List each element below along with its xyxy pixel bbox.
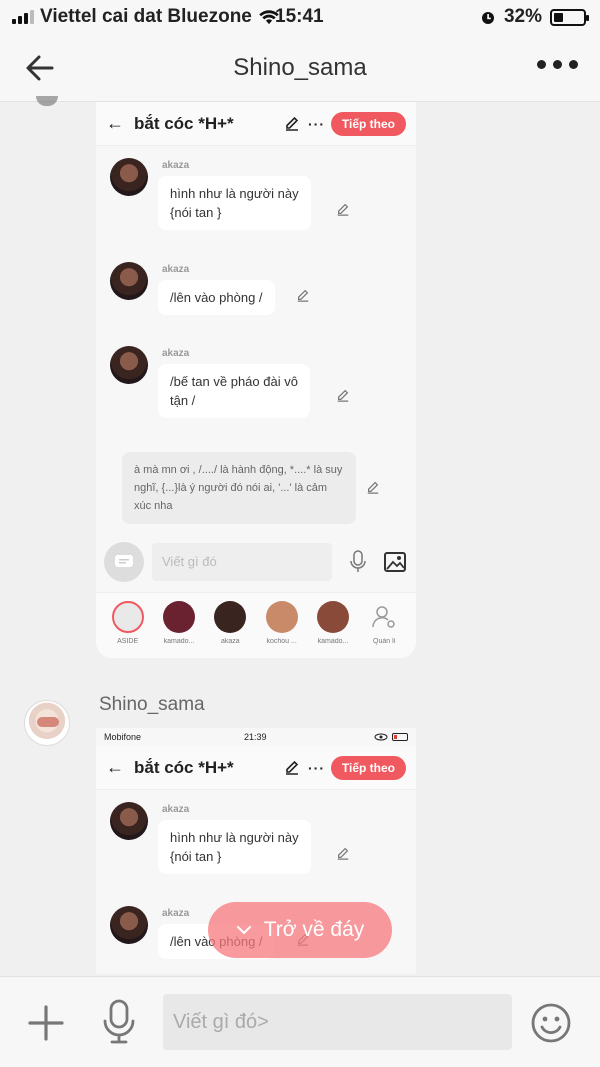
message-line: {nói tan } xyxy=(170,849,222,864)
plus-icon[interactable] xyxy=(26,1003,66,1043)
chat-bubble-icon xyxy=(115,555,133,567)
mini-status-bar: Mobifone 21:39 xyxy=(96,728,416,746)
avatar xyxy=(316,601,349,633)
composer-bar xyxy=(0,976,600,1067)
list-item: akaza /lên vào phòng / xyxy=(96,250,416,334)
character-item: akaza xyxy=(205,601,255,658)
scroll-to-bottom-button[interactable]: Trở về đáy xyxy=(208,902,392,958)
avatar xyxy=(265,601,298,633)
story-title: bắt cóc *H+* xyxy=(134,757,234,777)
avatar xyxy=(110,158,148,196)
shared-screenshot-1[interactable]: ← bắt cóc *H+* ··· Tiếp theo akaza hình … xyxy=(96,102,416,658)
microphone-icon xyxy=(350,550,366,572)
sender-name: akaza xyxy=(162,348,190,359)
image-icon xyxy=(384,552,406,572)
aside-avatar xyxy=(111,601,144,633)
narration-note: à mà mn ơi , /..../ là hành động, *....*… xyxy=(122,452,356,524)
character-item: Quản lí xyxy=(359,601,409,658)
message-input[interactable] xyxy=(163,994,512,1050)
avatar xyxy=(110,906,148,944)
list-item: akaza hình như là người này {nói tan } xyxy=(96,146,416,250)
eye-icon xyxy=(374,733,388,741)
avatar xyxy=(110,802,148,840)
story-input-row: Viết gì đó xyxy=(96,532,416,592)
story-bar: ← bắt cóc *H+* ··· Tiếp theo xyxy=(96,746,416,790)
character-bar: ASIDE kamado... akaza kochou ... kamado.… xyxy=(96,592,416,658)
battery-percent: 32% xyxy=(503,6,542,27)
manage-icon xyxy=(372,606,396,628)
character-label: kochou ... xyxy=(266,638,297,645)
character-label: kamado... xyxy=(163,638,195,645)
more-icon: ··· xyxy=(308,116,325,132)
status-right: 32% xyxy=(480,6,589,28)
message-bubble: hình như là người này {nói tan } xyxy=(158,176,311,230)
pencil-icon xyxy=(337,847,349,860)
character-item: kochou ... xyxy=(257,601,307,658)
story-bar: ← bắt cóc *H+* ··· Tiếp theo xyxy=(96,102,416,146)
list-item: akaza hình như là người này {nói tan } xyxy=(96,790,416,894)
chevron-down-icon xyxy=(236,926,251,935)
character-label: kamado... xyxy=(317,638,349,645)
pencil-icon xyxy=(286,116,299,131)
carrier-name: Viettel cai dat Bluezone xyxy=(40,6,252,27)
character-item: kamado... xyxy=(308,601,358,658)
character-label: Quản lí xyxy=(373,638,396,645)
message-bubble: /lên vào phòng / xyxy=(158,280,275,315)
sender-name: akaza xyxy=(162,264,190,275)
story-input: Viết gì đó xyxy=(152,543,332,581)
message-line: hình như là người này xyxy=(170,830,299,845)
avatar xyxy=(214,601,247,633)
avatar xyxy=(36,96,58,106)
sender-name: akaza xyxy=(162,908,190,919)
character-item: kamado... xyxy=(154,601,204,658)
status-bar: Viettel cai dat Bluezone 15:41 32% xyxy=(0,0,600,34)
list-item: akaza /bế tan về pháo đài vô tận / xyxy=(96,334,416,442)
message-bubble: hình như là người này {nói tan } xyxy=(158,820,311,874)
sender-name: akaza xyxy=(162,160,190,171)
avatar xyxy=(162,601,195,633)
pencil-icon xyxy=(367,481,379,494)
aside-button xyxy=(104,542,144,582)
message-line: tận / xyxy=(170,393,196,408)
message-line: {nói tan } xyxy=(170,205,222,220)
chat-header: Shino_sama xyxy=(0,34,600,102)
story-title: bắt cóc *H+* xyxy=(134,113,234,133)
back-icon: ← xyxy=(106,113,124,133)
message-line: /lên vào phòng / xyxy=(170,290,263,305)
message-line: hình như là người này xyxy=(170,186,299,201)
emoji-icon[interactable] xyxy=(530,1002,572,1044)
next-button: Tiếp theo xyxy=(330,112,406,136)
microphone-icon[interactable] xyxy=(102,999,136,1045)
avatar xyxy=(110,346,148,384)
signal-icon xyxy=(12,10,34,24)
more-horizontal-icon[interactable] xyxy=(537,60,578,69)
more-icon: ··· xyxy=(308,760,325,776)
pencil-icon xyxy=(337,389,349,402)
battery-level xyxy=(554,12,563,22)
character-label: ASIDE xyxy=(117,638,139,645)
scroll-to-bottom-label: Trở về đáy xyxy=(263,918,365,941)
next-button: Tiếp theo xyxy=(330,756,406,780)
battery-icon xyxy=(392,733,408,741)
status-time: 15:41 xyxy=(275,6,324,27)
back-icon: ← xyxy=(106,757,124,777)
pencil-icon xyxy=(337,203,349,216)
sender-name: Shino_sama xyxy=(99,694,205,715)
pencil-icon xyxy=(286,760,299,775)
avatar[interactable] xyxy=(24,700,70,746)
message-line: /bế tan về pháo đài vô xyxy=(170,374,298,389)
avatar xyxy=(110,262,148,300)
character-label: akaza xyxy=(220,638,240,645)
carrier-name: Mobifone xyxy=(104,732,142,742)
sender-name: akaza xyxy=(162,804,190,815)
alarm-icon xyxy=(481,12,494,24)
status-right xyxy=(374,733,408,741)
pencil-icon xyxy=(297,289,309,302)
battery-icon xyxy=(550,8,589,26)
character-item: ASIDE xyxy=(103,601,153,658)
message-bubble: /bế tan về pháo đài vô tận / xyxy=(158,364,310,418)
status-time: 21:39 xyxy=(244,732,267,742)
chat-title: Shino_sama xyxy=(233,54,367,81)
